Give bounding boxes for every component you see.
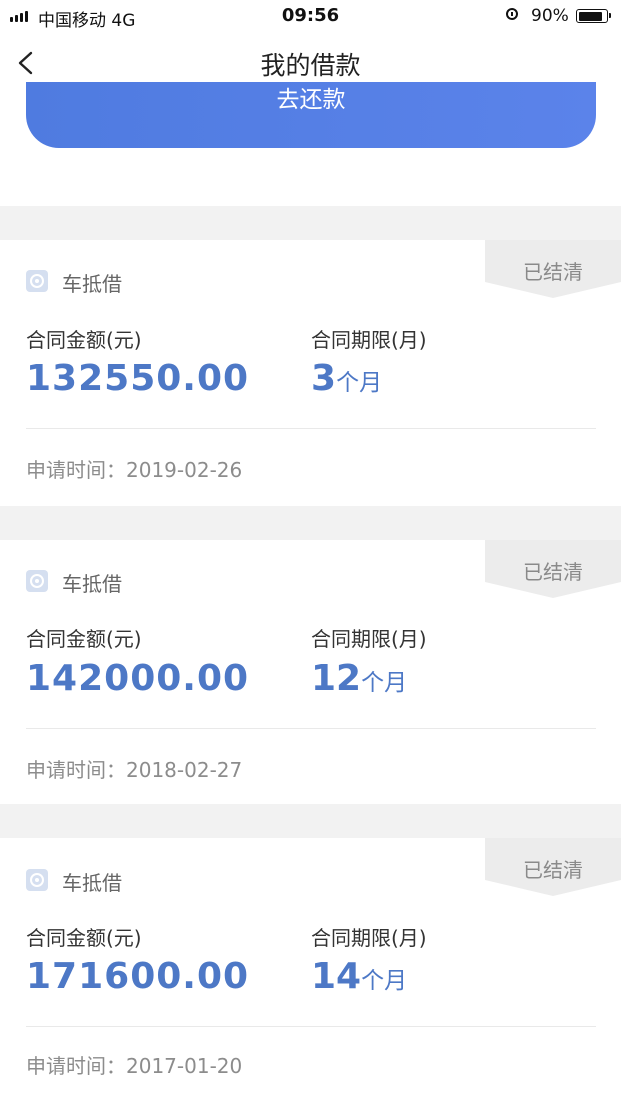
apply-date-value: 2019-02-26 [126,458,243,482]
apply-date-value: 2018-02-27 [126,758,243,782]
battery-icon [576,9,611,23]
term-label: 合同期限(月) [311,926,427,950]
term-unit: 个月 [361,670,408,696]
card-divider [26,1026,596,1027]
amount-label: 合同金额(元) [26,926,142,950]
apply-date: 申请时间：2018-02-27 [26,754,242,783]
product-name: 车抵借 [62,272,122,296]
settled-badge: 已结清 [485,838,621,896]
product-name: 车抵借 [62,572,122,596]
contract-term: 3个月 [311,358,382,399]
contract-amount: 171600.00 [26,956,250,997]
loan-card[interactable]: 已结清 车抵借 合同金额(元) 合同期限(月) 132550.00 3个月 申请… [0,240,621,506]
nav-bar: 我的借款 [0,32,621,94]
settled-badge: 已结清 [485,540,621,598]
steering-wheel-icon [26,570,48,592]
status-bar: 中国移动 4G 09:56 90% [0,0,621,32]
loan-card[interactable]: 已结清 车抵借 合同金额(元) 合同期限(月) 142000.00 12个月 申… [0,540,621,804]
contract-amount: 132550.00 [26,358,250,399]
page-title: 我的借款 [260,51,361,80]
section-divider [0,206,621,240]
settled-badge-label: 已结清 [523,560,583,584]
term-value: 14 [311,956,362,997]
contract-term: 12个月 [311,658,407,699]
card-divider [26,428,596,429]
apply-date-label: 申请时间： [26,758,126,782]
term-unit: 个月 [361,968,408,994]
section-divider [0,804,621,838]
loan-card[interactable]: 已结清 车抵借 合同金额(元) 合同期限(月) 171600.00 14个月 申… [0,838,621,1104]
term-label: 合同期限(月) [311,328,427,352]
contract-amount: 142000.00 [26,658,250,699]
steering-wheel-icon [26,270,48,292]
apply-date-label: 申请时间： [26,1054,126,1078]
apply-date-label: 申请时间： [26,458,126,482]
term-value: 3 [311,358,337,399]
apply-date-value: 2017-01-20 [126,1054,243,1078]
contract-term: 14个月 [311,956,407,997]
term-label: 合同期限(月) [311,627,427,651]
settled-badge: 已结清 [485,240,621,298]
orientation-lock-icon [506,8,518,20]
status-time: 09:56 [281,5,340,26]
apply-date: 申请时间：2017-01-20 [26,1050,242,1079]
card-divider [26,728,596,729]
settled-badge-label: 已结清 [523,858,583,882]
product-name: 车抵借 [62,871,122,895]
amount-label: 合同金额(元) [26,627,142,651]
amount-label: 合同金额(元) [26,328,142,352]
apply-date: 申请时间：2019-02-26 [26,454,242,483]
term-value: 12 [311,658,362,699]
battery-percent: 90% [531,6,569,26]
section-divider [0,506,621,540]
steering-wheel-icon [26,869,48,891]
settled-badge-label: 已结清 [523,260,583,284]
term-unit: 个月 [336,370,383,396]
